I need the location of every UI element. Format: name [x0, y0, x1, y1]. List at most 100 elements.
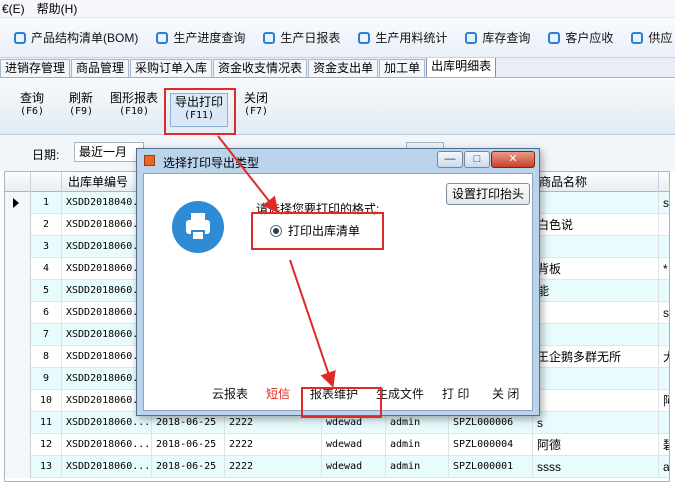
row-selector[interactable] [5, 390, 31, 412]
quick-receivables[interactable]: 客户应收 [548, 29, 613, 46]
dialog-footer: 云报表 短信 报表维护 生成文件 打 印 关 闭 [144, 384, 532, 404]
row-selector[interactable] [5, 280, 31, 302]
cell-c8[interactable]: 大 [659, 346, 669, 368]
query-button[interactable]: 查询 (F6) [16, 91, 48, 119]
set-print-header-button[interactable]: 设置打印抬头 [446, 183, 530, 205]
cell-name[interactable] [533, 368, 659, 390]
date-range-select[interactable]: 最近一月 [74, 142, 144, 162]
cell-c8[interactable] [659, 412, 669, 434]
quick-bom[interactable]: 产品结构清单(BOM) [14, 29, 138, 46]
cell-name[interactable]: 白色说 [533, 214, 659, 236]
cell-code[interactable]: XSDD2018060... [62, 434, 152, 456]
tab-inventory-management[interactable]: 进销存管理 [0, 59, 71, 77]
quick-toolbar: 产品结构清单(BOM) 生产进度查询 生产日报表 生产用料统计 库存查询 客户应… [0, 18, 675, 58]
cell-date[interactable]: 2018-06-25 [152, 456, 225, 478]
cell-c3[interactable]: 2222 [225, 434, 322, 456]
row-selector[interactable] [5, 302, 31, 324]
quick-production-daily[interactable]: 生产日报表 [263, 29, 340, 46]
table-row[interactable]: 12 XSDD2018060... 2018-06-25 2222 wdewad admi… [5, 434, 669, 456]
module-icon [548, 31, 561, 44]
row-number: 12 [31, 434, 62, 456]
tab-funds-status[interactable]: 资金收支情况表 [213, 59, 308, 77]
row-selector[interactable] [5, 214, 31, 236]
cell-name[interactable] [533, 324, 659, 346]
row-selector[interactable] [5, 236, 31, 258]
row-selector[interactable] [5, 456, 31, 478]
cell-name[interactable] [533, 390, 659, 412]
cell-name[interactable]: 阿德 [533, 434, 659, 456]
menu-help[interactable]: 帮助(H) [35, 0, 88, 17]
cell-name[interactable]: 王企鹅多群无所 [533, 346, 659, 368]
cell-name[interactable] [533, 192, 659, 214]
cell-c8[interactable] [659, 368, 669, 390]
row-selector[interactable] [5, 434, 31, 456]
generate-file-link[interactable]: 生成文件 [376, 384, 424, 404]
table-row[interactable]: 13 XSDD2018060... 2018-06-25 2222 wdewad admi… [5, 456, 669, 478]
chart-report-button[interactable]: 图形报表 (F10) [108, 91, 160, 119]
menu-edit[interactable]: €(E) [0, 2, 35, 16]
cell-c8[interactable] [659, 214, 669, 236]
radio-selected-icon[interactable] [270, 224, 282, 237]
col-8[interactable] [659, 172, 669, 192]
cell-c4[interactable]: wdewad [322, 456, 386, 478]
cell-name[interactable]: 能 [533, 280, 659, 302]
cell-c3[interactable]: 2222 [225, 456, 322, 478]
tab-purchase-inbound[interactable]: 采购订单入库 [130, 59, 213, 77]
cell-name[interactable]: ssss [533, 456, 659, 478]
row-selector[interactable] [5, 346, 31, 368]
print-export-dialog: 选择打印导出类型 — □ ✕ 请选择您要打印的格式: 设置打印抬头 打印出库清单… [136, 148, 540, 416]
module-icon [358, 31, 371, 44]
cell-c8[interactable]: 碧 [659, 434, 669, 456]
close-icon[interactable]: ✕ [491, 151, 535, 168]
cell-c5[interactable]: admin [386, 456, 449, 478]
col-product-name[interactable]: 商品名称 [533, 172, 659, 192]
quick-material-stats[interactable]: 生产用料统计 [358, 29, 447, 46]
print-outbound-list-option[interactable]: 打印出库清单 [270, 222, 360, 239]
cell-date[interactable]: 2018-06-25 [152, 434, 225, 456]
cell-c8[interactable]: a [659, 456, 669, 478]
report-maintenance-link[interactable]: 报表维护 [310, 384, 358, 404]
row-selector[interactable] [5, 192, 31, 214]
dialog-title: 选择打印导出类型 [163, 156, 260, 170]
row-selector[interactable] [5, 412, 31, 434]
quick-supplier[interactable]: 供应 [631, 29, 672, 46]
print-link[interactable]: 打 印 [442, 384, 469, 404]
cell-c8[interactable] [659, 280, 669, 302]
row-selector[interactable] [5, 368, 31, 390]
cloud-report-link[interactable]: 云报表 [212, 384, 248, 404]
quick-inventory[interactable]: 库存查询 [465, 29, 530, 46]
tab-work-order[interactable]: 加工单 [379, 59, 426, 77]
maximize-button[interactable]: □ [464, 151, 490, 168]
cell-name[interactable] [533, 236, 659, 258]
row-number: 1 [31, 192, 62, 214]
tab-funds-expense[interactable]: 资金支出单 [308, 59, 379, 77]
export-print-button[interactable]: 导出打印 (F11) [170, 93, 228, 127]
minimize-button[interactable]: — [437, 151, 463, 168]
cell-name[interactable]: s [533, 412, 659, 434]
cell-code[interactable]: XSDD2018060... [62, 456, 152, 478]
cell-c8[interactable]: s [659, 192, 669, 214]
tab-product-management[interactable]: 商品管理 [71, 59, 130, 77]
cell-c4[interactable]: wdewad [322, 434, 386, 456]
refresh-button[interactable]: 刷新 (F9) [64, 91, 98, 119]
dialog-titlebar[interactable]: 选择打印导出类型 — □ ✕ [137, 149, 539, 173]
row-number: 9 [31, 368, 62, 390]
tab-outbound-detail[interactable]: 出库明细表 [426, 58, 497, 77]
cell-c6[interactable]: SPZL000001 [449, 456, 533, 478]
cell-c8[interactable] [659, 324, 669, 346]
close-button[interactable]: 关闭 (F7) [240, 91, 272, 119]
quick-production-progress[interactable]: 生产进度查询 [156, 29, 245, 46]
cell-c8[interactable]: 阿 [659, 390, 669, 412]
cell-c8[interactable] [659, 236, 669, 258]
cell-c8[interactable]: s [659, 302, 669, 324]
sms-link[interactable]: 短信 [266, 384, 290, 404]
cell-c8[interactable]: * [659, 258, 669, 280]
close-link[interactable]: 关 闭 [492, 384, 519, 404]
row-selector[interactable] [5, 324, 31, 346]
cell-name[interactable]: 背板 [533, 258, 659, 280]
cell-name[interactable] [533, 302, 659, 324]
module-icon [631, 31, 644, 44]
row-selector[interactable] [5, 258, 31, 280]
cell-c6[interactable]: SPZL000004 [449, 434, 533, 456]
cell-c5[interactable]: admin [386, 434, 449, 456]
